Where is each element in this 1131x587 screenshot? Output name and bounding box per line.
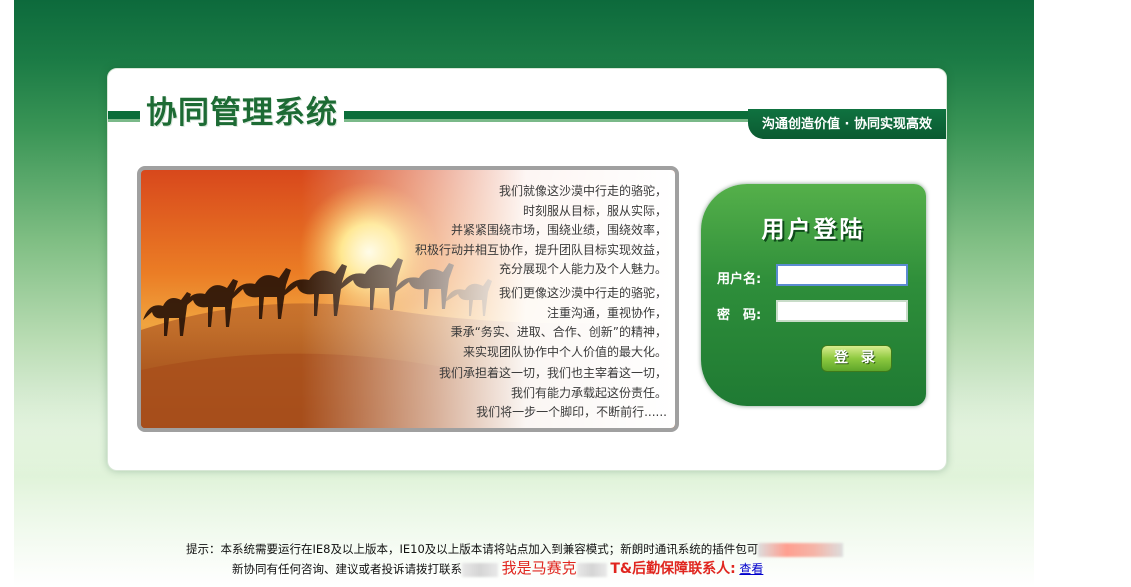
contact-label: T&后勤保障联系人: bbox=[610, 561, 736, 577]
intro-line: 我们承担着这一切，我们也主宰着这一切， bbox=[438, 366, 667, 380]
intro-line: 我们有能力承载起这份责任。 bbox=[510, 385, 667, 400]
intro-line: 时刻服从目标，服从实际， bbox=[522, 203, 667, 218]
intro-line: 我们就像这沙漠中行走的骆驼， bbox=[498, 184, 667, 198]
notice-line-2: 新协同有任何咨询、建议或者投诉请拨打联系 我是马赛克 T&后勤保障联系人: 查看 bbox=[232, 557, 1131, 578]
redacted-mosaic bbox=[576, 562, 607, 577]
intro-paragraph-2: 我们更像这沙漠中行走的骆驼， 注重沟通，重视协作， 秉承“务实、进取、合作、创新… bbox=[347, 284, 667, 362]
login-title: 用户登陆 bbox=[761, 216, 866, 243]
intro-line: 注重沟通，重视协作， bbox=[546, 305, 667, 320]
password-input[interactable] bbox=[776, 300, 908, 322]
intro-line: 我们将一步一个脚印，不断前行...... bbox=[476, 405, 667, 419]
redacted-mosaic bbox=[462, 562, 498, 577]
password-label: 密 码: bbox=[717, 308, 762, 323]
main-panel: 协同管理系统 沟通创造价值 · 协同实现高效 我们就像这沙漠中行走的骆驼， 时刻… bbox=[107, 68, 947, 471]
notice-text: 新协同有任何咨询、建议或者投诉请拨打联系 bbox=[232, 562, 462, 576]
redacted-mosaic bbox=[758, 542, 844, 557]
intro-line: 积极行动并相互协作，提升团队目标实现效益， bbox=[414, 242, 667, 257]
intro-line: 我们更像这沙漠中行走的骆驼， bbox=[498, 286, 667, 300]
intro-line: 充分展现个人能力及个人魅力。 bbox=[498, 262, 667, 276]
intro-line: 来实现团队协作中个人价值的最大化。 bbox=[462, 344, 667, 359]
username-label: 用户名: bbox=[717, 272, 762, 287]
notice-text: 提示：本系统需要运行在IE8及以上版本，IE10及以上版本请将站点加入到兼容模式… bbox=[186, 542, 759, 556]
username-input[interactable] bbox=[776, 264, 908, 286]
intro-paragraph-1: 我们就像这沙漠中行走的骆驼， 时刻服从目标，服从实际， 并紧紧围绕市场，围绕业绩… bbox=[347, 182, 667, 280]
intro-line: 秉承“务实、进取、合作、创新”的精神， bbox=[450, 325, 667, 339]
desert-camel-banner: 我们就像这沙漠中行走的骆驼， 时刻服从目标，服从实际， 并紧紧围绕市场，围绕业绩… bbox=[137, 166, 679, 432]
intro-paragraph-3: 我们承担着这一切，我们也主宰着这一切， 我们有能力承载起这份责任。 我们将一步一… bbox=[347, 364, 667, 423]
login-button[interactable]: 登 录 bbox=[821, 345, 892, 372]
system-title: 协同管理系统 bbox=[140, 91, 344, 135]
slogan: 沟通创造价值 · 协同实现高效 bbox=[748, 109, 946, 139]
view-link[interactable]: 查看 bbox=[739, 562, 763, 576]
intro-line: 并紧紧围绕市场，围绕业绩，围绕效率， bbox=[450, 223, 667, 237]
notice-line-1: 提示：本系统需要运行在IE8及以上版本，IE10及以上版本请将站点加入到兼容模式… bbox=[186, 541, 1131, 557]
mosaic-placeholder-text: 我是马赛克 bbox=[501, 559, 577, 577]
login-panel: 用户登陆 用户名: 密 码: 登 录 bbox=[701, 184, 926, 406]
